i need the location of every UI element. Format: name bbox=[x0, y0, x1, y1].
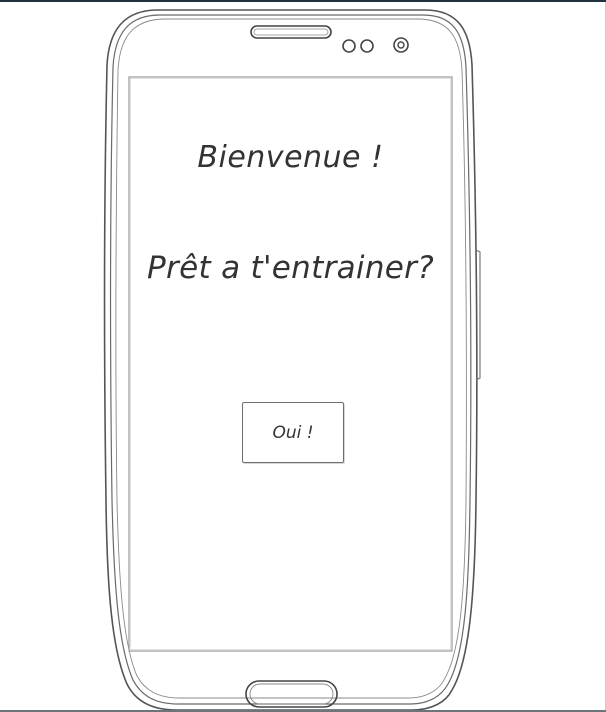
phone-mockup bbox=[103, 9, 481, 711]
training-question: Prêt a t'entrainer? bbox=[147, 250, 434, 286]
yes-button[interactable]: Oui ! bbox=[242, 402, 344, 463]
proximity-sensor-icon bbox=[342, 39, 374, 53]
speaker-grille-icon bbox=[250, 25, 332, 39]
wireframe-canvas: Bienvenue ! Prêt a t'entrainer? Oui ! bbox=[0, 0, 606, 712]
welcome-heading: Bienvenue ! bbox=[197, 140, 384, 175]
home-button-icon[interactable] bbox=[245, 680, 338, 708]
front-camera-icon bbox=[393, 37, 409, 53]
